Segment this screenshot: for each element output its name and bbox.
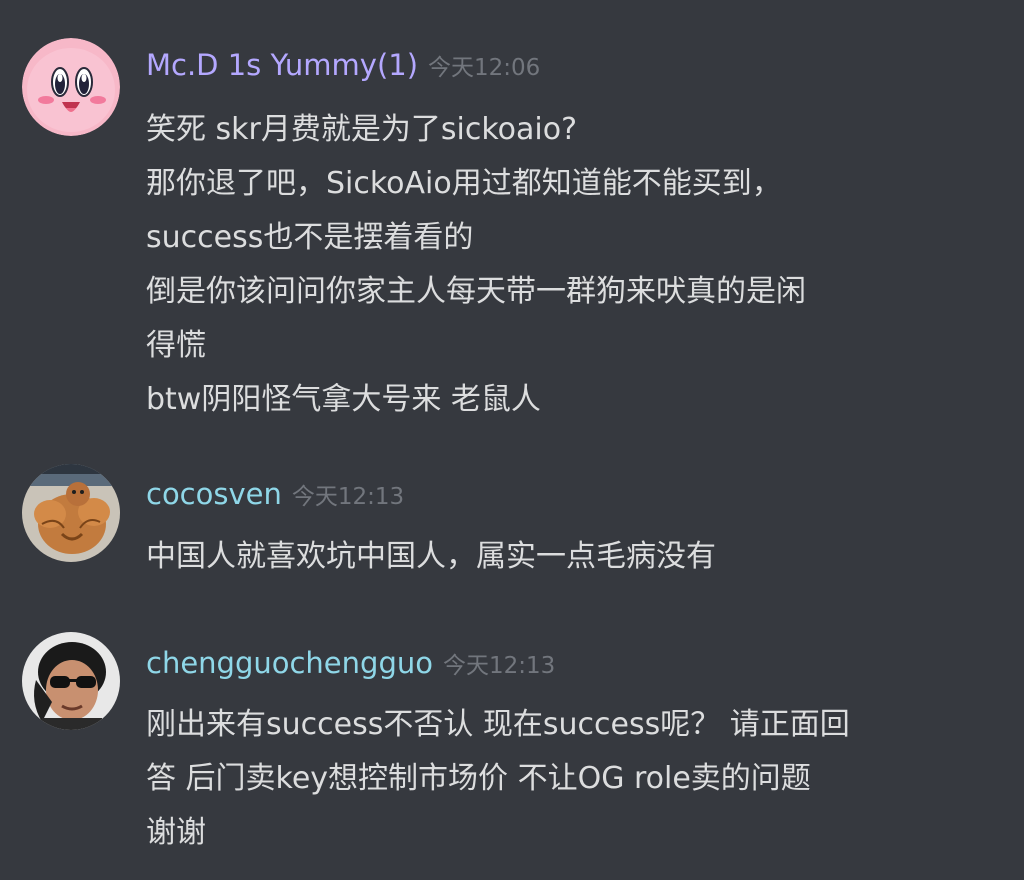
- username[interactable]: cocosven: [146, 477, 282, 511]
- avatar-chengguochengguo[interactable]: [22, 632, 120, 730]
- sunglasses-person-avatar-icon: [22, 632, 120, 730]
- username[interactable]: chengguochengguo: [146, 646, 433, 680]
- kirby-avatar-icon: [22, 38, 120, 136]
- avatar-cocosven[interactable]: [22, 464, 120, 562]
- message-content: 刚出来有success不否认 现在success呢？ 请正面回 答 后门卖key…: [146, 698, 1006, 860]
- message-line: 那你退了吧，SickoAio用过都知道能不能买到，: [146, 166, 782, 201]
- message-line: 得慌: [146, 328, 206, 363]
- timestamp: 今天12:06: [428, 55, 541, 81]
- message-line: 笑死 skr月费就是为了sickoaio?: [146, 112, 577, 147]
- message-content: 笑死 skr月费就是为了sickoaio? 那你退了吧，SickoAio用过都知…: [146, 103, 1006, 427]
- message-line: 中国人就喜欢坑中国人，属实一点毛病没有: [146, 539, 716, 574]
- muscle-figure-avatar-icon: [22, 464, 120, 562]
- message-line: btw阴阳怪气拿大号来 老鼠人: [146, 382, 541, 417]
- timestamp: 今天12:13: [291, 484, 405, 510]
- timestamp: 今天12:13: [442, 653, 556, 679]
- message-line: 答 后门卖key想控制市场价 不让OG role卖的问题: [146, 761, 811, 796]
- avatar-kirby[interactable]: [22, 38, 120, 136]
- message-line: 刚出来有success不否认 现在success呢？ 请正面回: [146, 707, 850, 742]
- message-content: 中国人就喜欢坑中国人，属实一点毛病没有: [146, 530, 1006, 584]
- message-line: 谢谢: [146, 815, 206, 850]
- message-line: 倒是你该问问你家主人每天带一群狗来吠真的是闲: [146, 274, 806, 309]
- chat-message-list: Mc.D 1s Yummy(1) 今天12:06 笑死 skr月费就是为了sick…: [0, 0, 1024, 880]
- message-line: success也不是摆着看的: [146, 220, 474, 255]
- username[interactable]: Mc.D 1s Yummy(1): [146, 48, 418, 82]
